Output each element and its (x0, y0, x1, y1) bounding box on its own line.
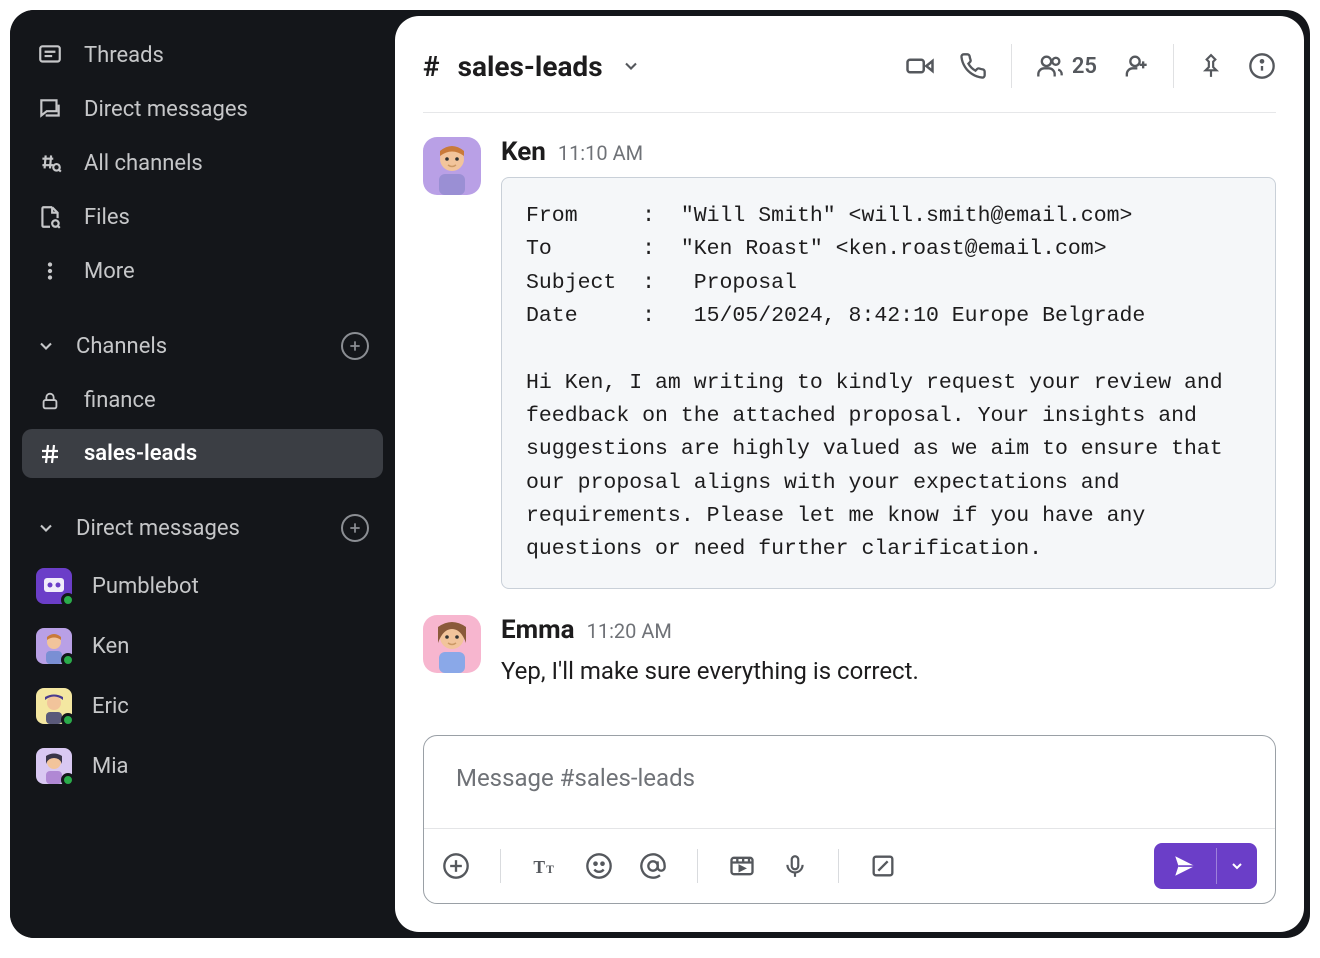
main-panel: # sales-leads 25 (395, 16, 1304, 932)
presence-indicator (61, 653, 75, 667)
all-channels-icon (36, 150, 64, 176)
message-time: 11:10 AM (558, 141, 643, 165)
presence-indicator (61, 593, 75, 607)
dm-mia[interactable]: Mia (22, 738, 383, 794)
avatar[interactable] (423, 615, 481, 673)
message: Emma 11:20 AM Yep, I'll make sure everyt… (423, 615, 1276, 689)
hash-icon: # (423, 50, 440, 83)
formatting-button[interactable]: TT (531, 852, 559, 880)
nav-direct-messages[interactable]: Direct messages (22, 84, 383, 134)
message-list: Ken 11:10 AM From : "Will Smith" <will.s… (423, 113, 1276, 735)
nav-more[interactable]: More (22, 246, 383, 296)
nav-threads[interactable]: Threads (22, 30, 383, 80)
message: Ken 11:10 AM From : "Will Smith" <will.s… (423, 137, 1276, 589)
channel-title-button[interactable]: # sales-leads (423, 50, 641, 83)
presence-indicator (61, 713, 75, 727)
audio-clip-button[interactable] (782, 853, 808, 879)
avatar (36, 628, 72, 664)
avatar[interactable] (423, 137, 481, 195)
nav-all-channels[interactable]: All channels (22, 138, 383, 188)
nav-files[interactable]: Files (22, 192, 383, 242)
mention-button[interactable] (639, 852, 667, 880)
divider (838, 849, 839, 883)
chevron-down-icon[interactable] (36, 336, 56, 356)
add-channel-button[interactable] (341, 332, 369, 360)
pin-button[interactable] (1198, 53, 1224, 79)
add-member-button[interactable] (1121, 52, 1149, 80)
avatar (36, 568, 72, 604)
channel-sales-leads[interactable]: sales-leads (22, 429, 383, 478)
lock-icon (36, 390, 64, 412)
audio-call-button[interactable] (959, 52, 987, 80)
message-text: Yep, I'll make sure everything is correc… (501, 655, 1276, 689)
divider (697, 849, 698, 883)
info-button[interactable] (1248, 52, 1276, 80)
channels-section-header: Channels (22, 320, 383, 372)
dm-label: Pumblebot (92, 574, 199, 599)
channel-label: sales-leads (84, 441, 197, 466)
nav-label: Direct messages (84, 97, 248, 122)
chat-header: # sales-leads 25 (423, 16, 1276, 113)
add-dm-button[interactable] (341, 514, 369, 542)
dm-eric[interactable]: Eric (22, 678, 383, 734)
dm-icon (36, 96, 64, 122)
chevron-down-icon[interactable] (36, 518, 56, 538)
svg-text:T: T (546, 863, 554, 876)
dm-section-header: Direct messages (22, 502, 383, 554)
composer-toolbar: TT (424, 828, 1275, 903)
code-block[interactable]: From : "Will Smith" <will.smith@email.co… (501, 177, 1276, 589)
chevron-down-icon (621, 56, 641, 76)
channel-name: sales-leads (458, 50, 603, 83)
nav-label: Files (84, 205, 130, 230)
nav-label: All channels (84, 151, 203, 176)
nav-label: More (84, 259, 135, 284)
avatar (36, 748, 72, 784)
send-options-button[interactable] (1216, 848, 1257, 884)
divider (1173, 44, 1174, 88)
video-call-button[interactable] (905, 51, 935, 81)
dm-ken[interactable]: Ken (22, 618, 383, 674)
svg-text:T: T (533, 857, 545, 877)
message-author[interactable]: Ken (501, 137, 546, 167)
dm-label: Ken (92, 634, 129, 659)
emoji-button[interactable] (585, 852, 613, 880)
sidebar: Threads Direct messages All channels Fil… (10, 10, 395, 938)
dm-header-label[interactable]: Direct messages (76, 516, 240, 541)
send-button[interactable] (1154, 843, 1257, 889)
video-clip-button[interactable] (728, 852, 756, 880)
attach-button[interactable] (442, 852, 470, 880)
message-input[interactable]: Message #sales-leads (424, 736, 1275, 828)
message-author[interactable]: Emma (501, 615, 575, 645)
threads-icon (36, 42, 64, 68)
channel-finance[interactable]: finance (22, 376, 383, 425)
channel-label: finance (84, 388, 156, 413)
send-icon (1154, 843, 1216, 889)
presence-indicator (61, 773, 75, 787)
more-icon (36, 258, 64, 284)
member-count-button[interactable]: 25 (1036, 52, 1097, 80)
files-icon (36, 204, 64, 230)
member-count-value: 25 (1072, 54, 1097, 79)
composer: Message #sales-leads TT (423, 735, 1276, 904)
avatar (36, 688, 72, 724)
dm-pumblebot[interactable]: Pumblebot (22, 558, 383, 614)
dm-label: Eric (92, 694, 129, 719)
shortcuts-button[interactable] (869, 852, 897, 880)
channels-header-label[interactable]: Channels (76, 334, 167, 359)
hash-icon (36, 442, 64, 466)
divider (1011, 44, 1012, 88)
nav-label: Threads (84, 43, 164, 68)
dm-label: Mia (92, 754, 129, 779)
header-actions: 25 (905, 44, 1276, 88)
message-time: 11:20 AM (587, 619, 672, 643)
divider (500, 849, 501, 883)
